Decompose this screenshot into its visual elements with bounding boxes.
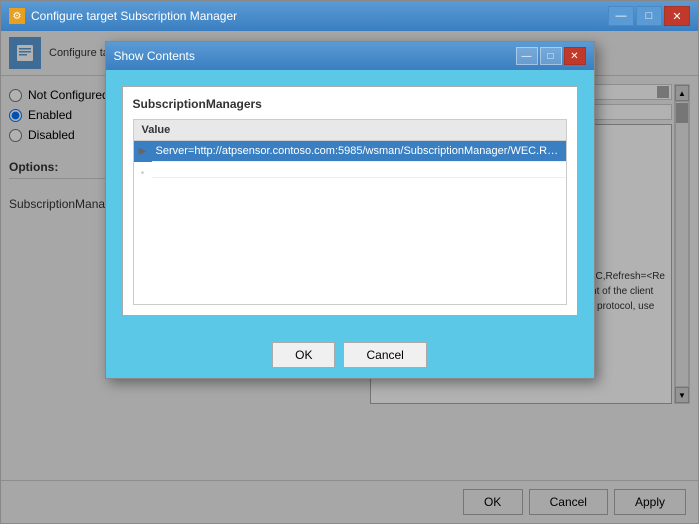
table-empty-space: [134, 184, 566, 304]
maximize-button[interactable]: □: [636, 6, 662, 26]
app-icon: ⚙: [9, 8, 25, 24]
modal-overlay: Show Contents — □ ✕ SubscriptionManagers: [1, 31, 698, 523]
table-header: Value: [134, 120, 566, 141]
row-arrow-icon: ▶: [134, 142, 152, 161]
row-value-1: Server=http://atpsensor.contoso.com:5985…: [152, 141, 566, 162]
row-arrow-empty-icon: •: [134, 164, 152, 183]
window-title: Configure target Subscription Manager: [31, 9, 237, 23]
modal-ok-button[interactable]: OK: [272, 342, 335, 368]
title-bar-left: ⚙ Configure target Subscription Manager: [9, 8, 237, 24]
table-row[interactable]: ▶ Server=http://atpsensor.contoso.com:59…: [134, 141, 566, 162]
modal-close-button[interactable]: ✕: [564, 47, 586, 65]
modal-title: Show Contents: [114, 49, 195, 63]
modal-section-title: SubscriptionManagers: [133, 97, 567, 111]
modal-window: Show Contents — □ ✕ SubscriptionManagers: [105, 41, 595, 379]
modal-footer: OK Cancel: [106, 332, 594, 378]
modal-title-buttons: — □ ✕: [516, 47, 586, 65]
row-value-2: [152, 169, 566, 178]
minimize-button[interactable]: —: [608, 6, 634, 26]
main-window: ⚙ Configure target Subscription Manager …: [0, 0, 699, 524]
modal-restore-button[interactable]: □: [540, 47, 562, 65]
table-row-empty[interactable]: •: [134, 162, 566, 184]
modal-inner: SubscriptionManagers Value ▶ Server=http…: [122, 86, 578, 316]
modal-title-bar: Show Contents — □ ✕: [106, 42, 594, 70]
close-button[interactable]: ✕: [664, 6, 690, 26]
main-content: Configure target Subscription Manager No…: [1, 31, 698, 523]
title-bar-buttons: — □ ✕: [608, 6, 690, 26]
modal-minimize-button[interactable]: —: [516, 47, 538, 65]
title-bar: ⚙ Configure target Subscription Manager …: [1, 1, 698, 31]
modal-cancel-button[interactable]: Cancel: [343, 342, 426, 368]
modal-table: Value ▶ Server=http://atpsensor.contoso.…: [133, 119, 567, 305]
modal-body: SubscriptionManagers Value ▶ Server=http…: [106, 70, 594, 332]
